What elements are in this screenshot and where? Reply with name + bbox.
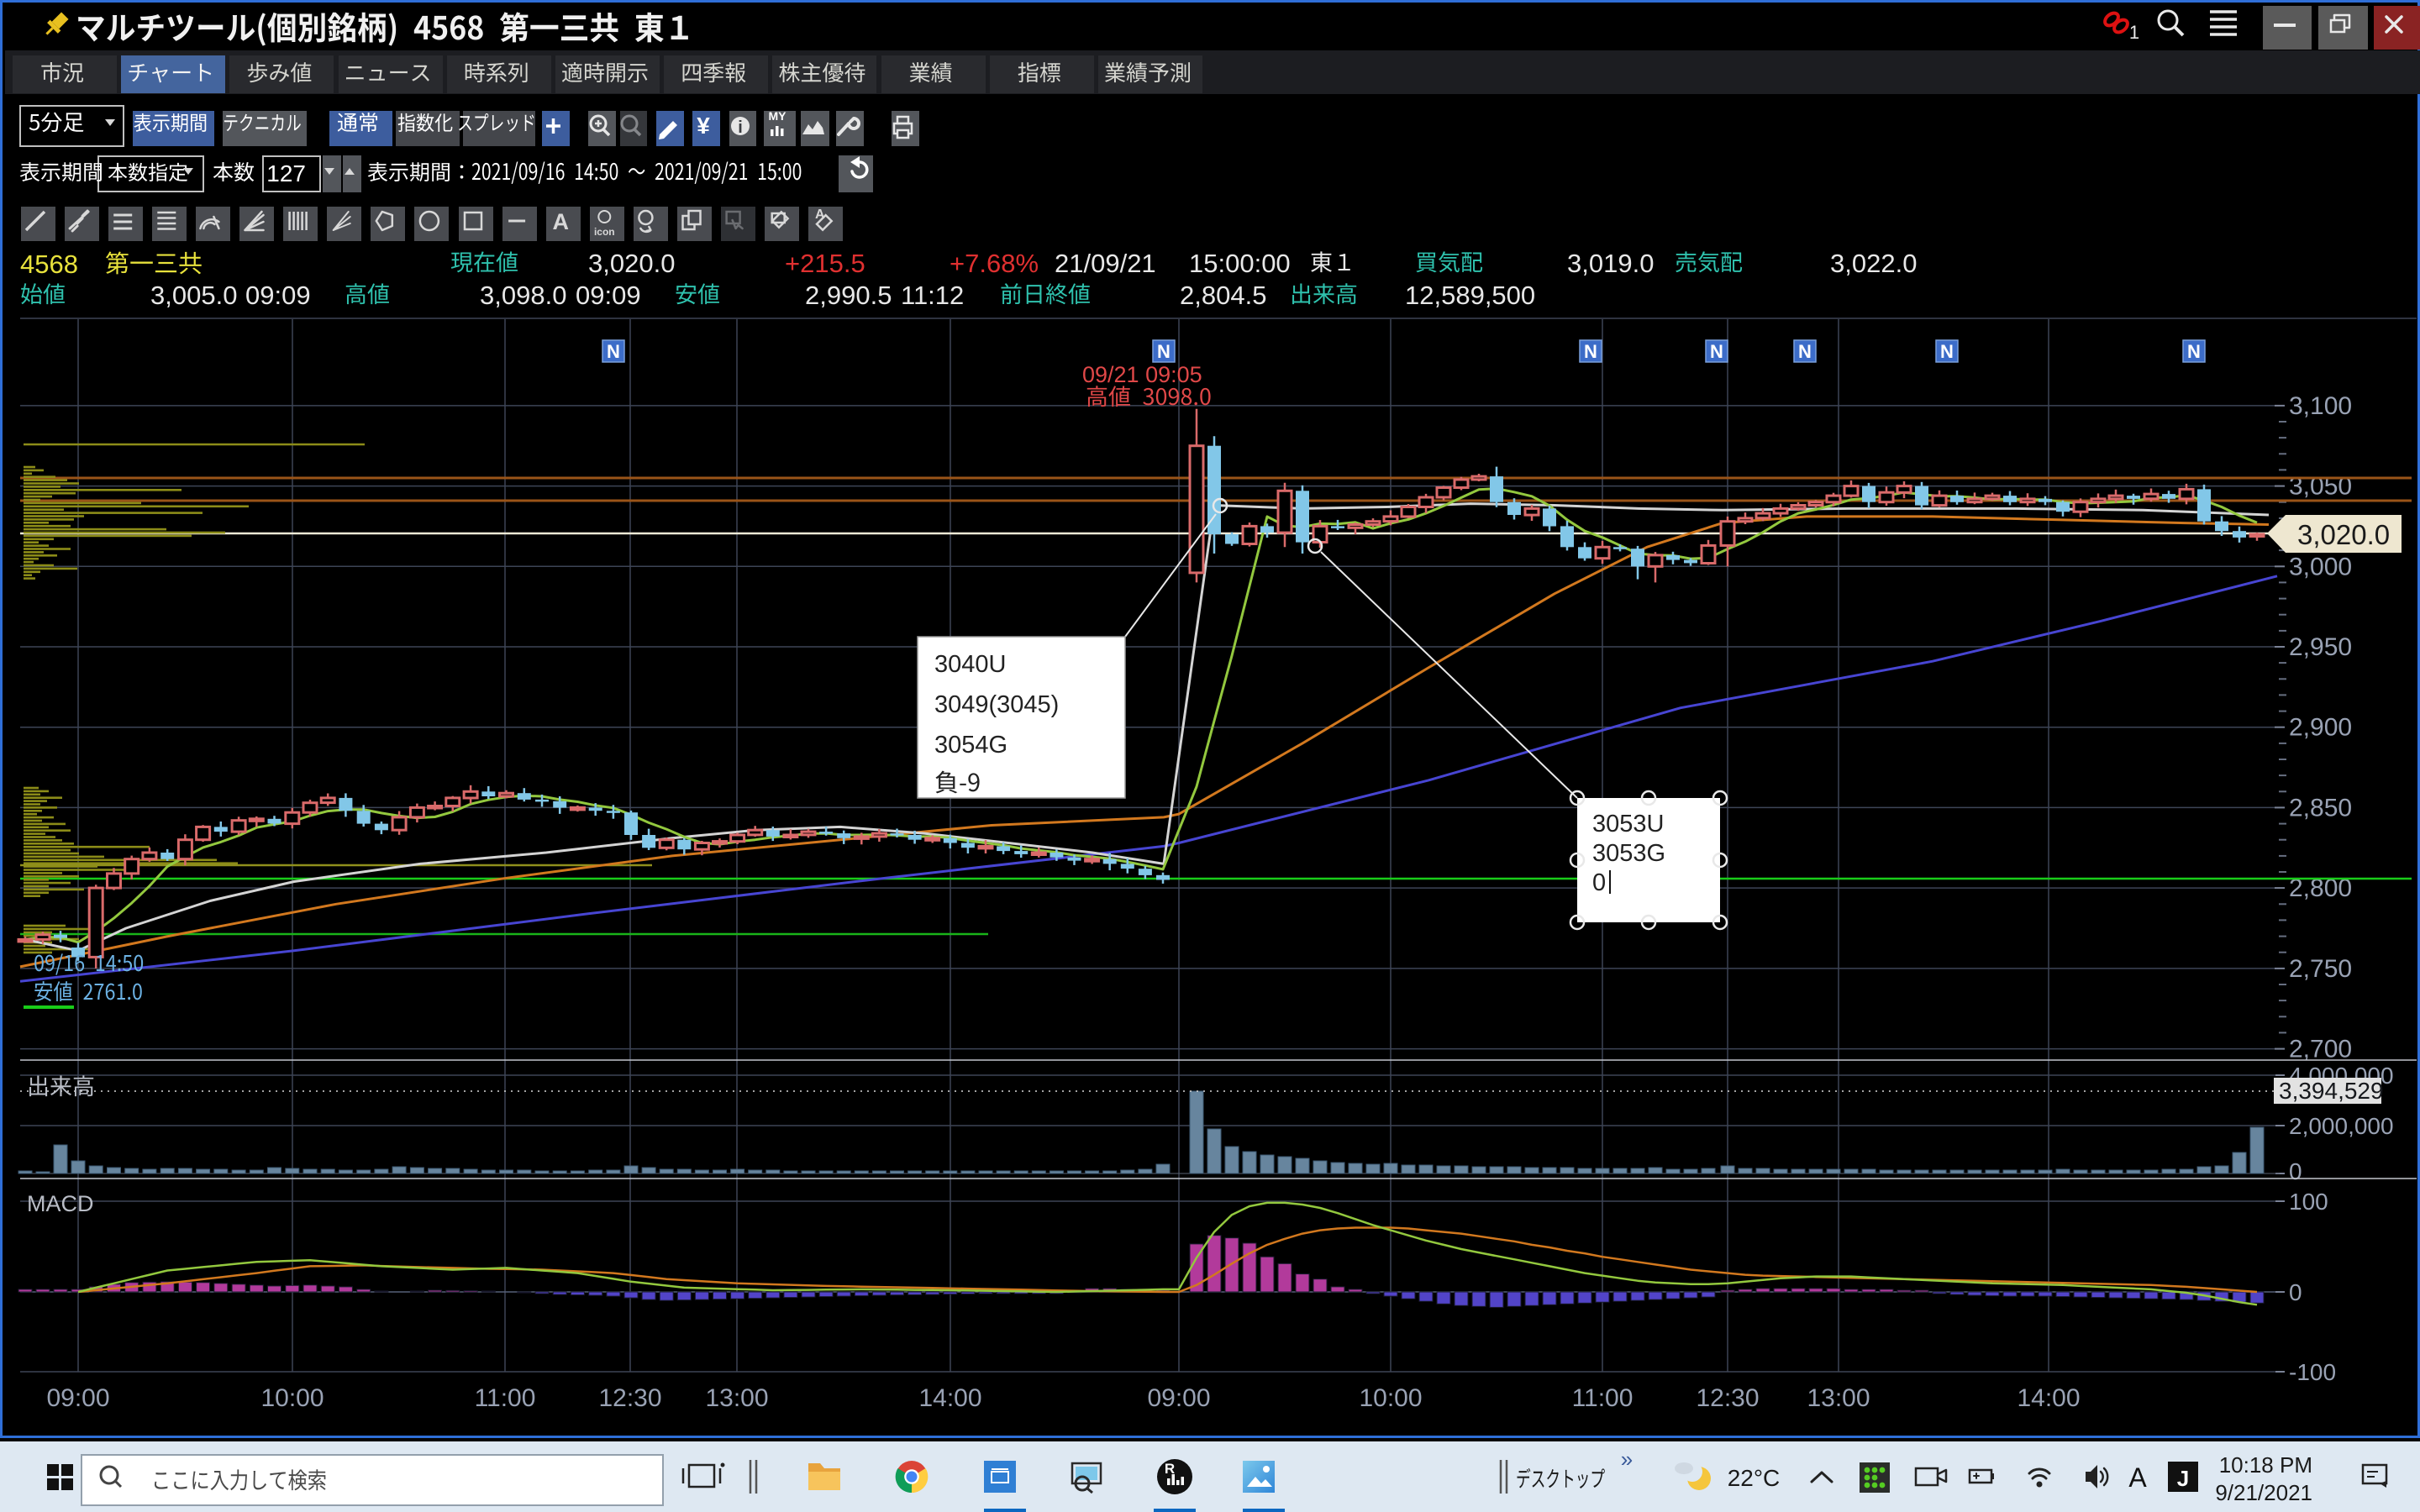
svg-text:+7.68%: +7.68% (950, 249, 1039, 278)
svg-text:2,990.5: 2,990.5 (805, 281, 892, 310)
svg-text:N: N (1710, 341, 1723, 362)
svg-text:09:00: 09:00 (46, 1384, 109, 1412)
svg-text:2,700: 2,700 (2289, 1036, 2352, 1063)
svg-text:¥: ¥ (697, 113, 710, 139)
svg-text:127: 127 (266, 160, 306, 186)
svg-text:3,394,529: 3,394,529 (2279, 1078, 2384, 1104)
svg-text:N: N (1584, 341, 1597, 362)
svg-text:3049(3045): 3049(3045) (934, 691, 1059, 718)
svg-text:0: 0 (1592, 869, 1606, 896)
svg-text:N: N (1940, 341, 1954, 362)
svg-text:3,098.0: 3,098.0 (480, 281, 566, 310)
svg-text:14:00: 14:00 (2017, 1384, 2080, 1412)
svg-text:MY: MY (769, 109, 787, 123)
svg-text:3,100: 3,100 (2289, 392, 2352, 420)
svg-text:10:00: 10:00 (1359, 1384, 1422, 1412)
svg-text:MACD: MACD (27, 1191, 94, 1216)
svg-text:10:00: 10:00 (260, 1384, 324, 1412)
svg-text:3054G: 3054G (934, 732, 1007, 759)
svg-text:i: i (738, 118, 743, 137)
svg-text:N: N (1798, 341, 1812, 362)
svg-text:13:00: 13:00 (1807, 1384, 1870, 1412)
svg-text:+215.5: +215.5 (785, 249, 865, 278)
svg-text:icon: icon (594, 226, 615, 238)
svg-text:15:00:00: 15:00:00 (1189, 249, 1291, 278)
svg-text:A: A (2128, 1462, 2147, 1493)
svg-text:N: N (1157, 341, 1171, 362)
svg-text:A: A (552, 209, 569, 234)
svg-text:3,020.0: 3,020.0 (588, 249, 675, 278)
svg-text:10:18 PM: 10:18 PM (2219, 1452, 2312, 1478)
svg-text:12:30: 12:30 (1696, 1384, 1759, 1412)
svg-text:9/21/2021: 9/21/2021 (2215, 1480, 2312, 1505)
svg-text:3053G: 3053G (1592, 840, 1665, 867)
svg-text:3040U: 3040U (934, 651, 1006, 678)
svg-text:2,804.5: 2,804.5 (1180, 281, 1266, 310)
svg-text:100: 100 (2289, 1189, 2328, 1215)
svg-text:3,022.0: 3,022.0 (1830, 249, 1917, 278)
svg-text:3,019.0: 3,019.0 (1567, 249, 1654, 278)
svg-text:11:12: 11:12 (901, 281, 964, 310)
svg-text:2,900: 2,900 (2289, 714, 2352, 742)
svg-text:09:09: 09:09 (576, 281, 641, 310)
svg-text:12:30: 12:30 (598, 1384, 661, 1412)
svg-text:N: N (2187, 341, 2201, 362)
svg-text:09/21 09:05: 09/21 09:05 (1082, 362, 1202, 387)
svg-text:3,000: 3,000 (2289, 553, 2352, 580)
svg-text:09:09: 09:09 (245, 281, 311, 310)
svg-text:3053U: 3053U (1592, 811, 1664, 837)
svg-text:22°C: 22°C (1728, 1465, 1781, 1491)
svg-text:12,589,500: 12,589,500 (1405, 281, 1535, 310)
svg-text:N: N (607, 341, 620, 362)
svg-text:3,005.0: 3,005.0 (150, 281, 237, 310)
svg-text:2,750: 2,750 (2289, 955, 2352, 983)
svg-text:4568: 4568 (20, 249, 78, 279)
svg-text:3,020.0: 3,020.0 (2297, 519, 2390, 550)
svg-text:0: 0 (2289, 1158, 2302, 1184)
svg-text:14:00: 14:00 (918, 1384, 981, 1412)
svg-text:0: 0 (2289, 1279, 2302, 1305)
svg-text:»: » (1621, 1446, 1633, 1472)
svg-text:-100: -100 (2289, 1359, 2336, 1385)
svg-text:21/09/21: 21/09/21 (1055, 249, 1156, 278)
svg-text:2,850: 2,850 (2289, 794, 2352, 822)
svg-text:11:00: 11:00 (1572, 1384, 1634, 1412)
svg-text:09:00: 09:00 (1147, 1384, 1210, 1412)
svg-text:1: 1 (2129, 22, 2139, 43)
svg-text:2,950: 2,950 (2289, 633, 2352, 661)
svg-text:11:00: 11:00 (475, 1384, 536, 1412)
svg-text:13:00: 13:00 (705, 1384, 768, 1412)
svg-text:2,000,000: 2,000,000 (2289, 1113, 2394, 1139)
svg-text:J: J (2177, 1466, 2189, 1491)
